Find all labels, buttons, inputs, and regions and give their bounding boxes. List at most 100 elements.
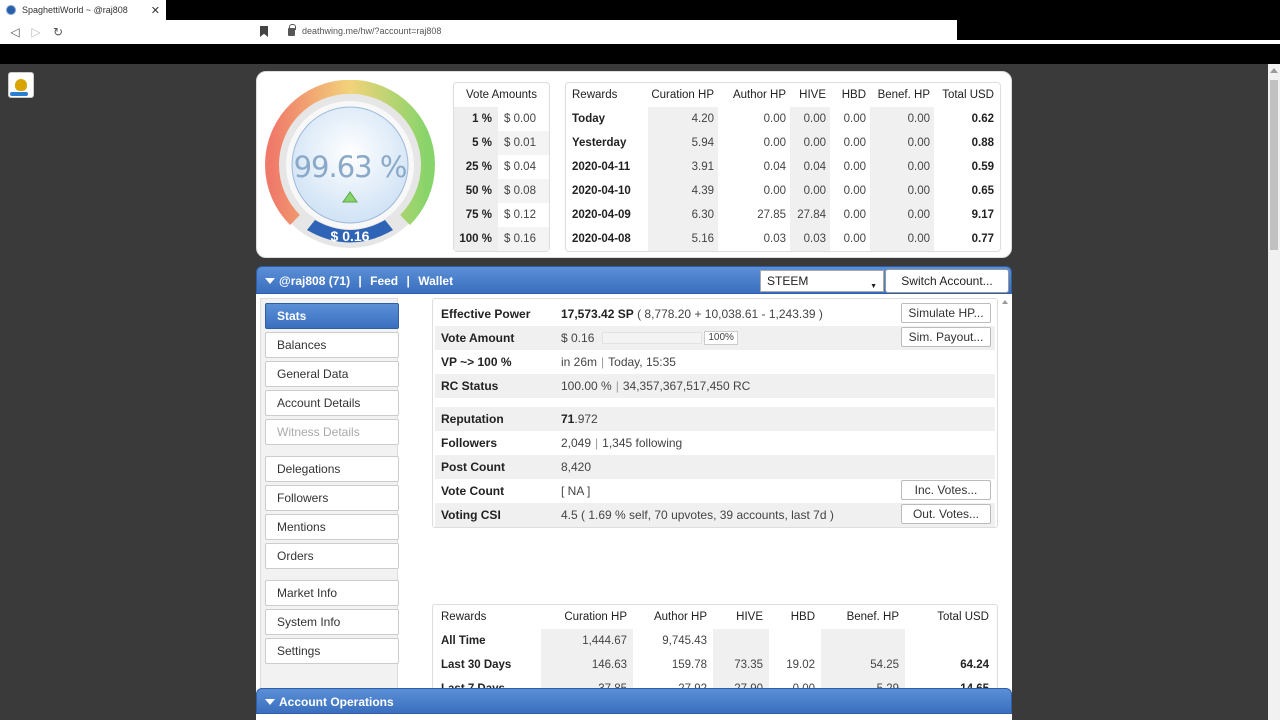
- reload-icon[interactable]: ↻: [51, 25, 65, 39]
- collapse-triangle-icon[interactable]: [265, 699, 275, 705]
- rewards-cell: 0.04: [790, 155, 830, 179]
- summary-cell: [713, 629, 769, 653]
- account-operations-label: Account Operations: [279, 695, 394, 709]
- stat-row-post-count: Post Count 8,420: [435, 455, 995, 479]
- col-header: Rewards: [572, 89, 618, 101]
- rewards-cell: 0.62: [971, 113, 994, 125]
- back-icon[interactable]: ◁: [8, 25, 22, 39]
- rewards-cell: 4.20: [648, 107, 718, 131]
- summary-row: Last 30 Days 146.63 159.78 73.35 19.02 54.25 6…: [435, 653, 995, 677]
- account-name-link[interactable]: @raj808 (71): [279, 274, 350, 288]
- rewards-cell: 0.00: [870, 107, 934, 131]
- col-header: Total USD: [937, 611, 989, 623]
- sidebar-item-system-info[interactable]: System Info: [265, 609, 399, 635]
- sidebar-item-settings[interactable]: Settings: [265, 638, 399, 664]
- sidebar-item-mentions[interactable]: Mentions: [265, 514, 399, 540]
- out-votes-button[interactable]: Out. Votes...: [901, 504, 991, 524]
- rewards-cell: 0.00: [843, 161, 866, 173]
- forward-icon[interactable]: ▷: [29, 25, 43, 39]
- app-logo[interactable]: [8, 72, 34, 98]
- simulate-hp-button[interactable]: Simulate HP...: [901, 303, 991, 323]
- sidebar-item-stats[interactable]: Stats: [265, 303, 399, 329]
- content-scrollbar[interactable]: [1001, 298, 1009, 716]
- rewards-cell: 9.17: [971, 209, 994, 221]
- browser-tab[interactable]: SpaghettiWorld ~ @raj808 ✕: [0, 0, 166, 20]
- vote-pct: 25 %: [454, 155, 498, 179]
- scroll-up-icon[interactable]: [1002, 300, 1008, 304]
- stat-row-voting-csi: Voting CSI 4.5 ( 1.69 % self, 70 upvotes…: [435, 503, 995, 527]
- summary-cell: 19.02: [786, 659, 815, 671]
- rewards-cell: 2020-04-11: [572, 161, 631, 173]
- summary-cell: [769, 629, 821, 653]
- vote-pct: 75 %: [454, 203, 498, 227]
- vote-usd: $ 0.12: [504, 209, 536, 221]
- address-bar[interactable]: deathwing.me/hw/?account=raj808: [302, 26, 441, 36]
- collapse-triangle-icon[interactable]: [265, 278, 275, 284]
- stat-row-effective-power: Effective Power 17,573.42 SP ( 8,778.20 …: [435, 302, 995, 326]
- sidebar-item-orders[interactable]: Orders: [265, 543, 399, 569]
- vote-weight-slider[interactable]: [602, 332, 703, 345]
- rewards-cell: 27.84: [790, 203, 830, 227]
- stat-row-vote-amount: Vote Amount $ 0.16 100% Sim. Payout...: [435, 326, 995, 350]
- top-summary-card: 99.63 % $ 0.16 Vote Amounts 1 % $ 0.00 5 %…: [256, 71, 1012, 258]
- rewards-table: Rewards Curation HP Author HP HIVE HBD B…: [565, 82, 1001, 252]
- vote-amount-row: 75 % $ 0.12: [454, 203, 549, 227]
- sidebar-item-balances[interactable]: Balances: [265, 332, 399, 358]
- switch-account-button[interactable]: Switch Account...: [885, 269, 1009, 293]
- stat-label: Post Count: [441, 460, 505, 474]
- col-header: Rewards: [441, 611, 487, 623]
- stat-value: 2,049 | 1,345 following: [561, 436, 683, 450]
- vote-amount-row: 50 % $ 0.08: [454, 179, 549, 203]
- main-content: Stats Balances General Data Account Details…: [256, 294, 1012, 720]
- sidebar-item-account-details[interactable]: Account Details: [265, 390, 399, 416]
- stat-value: 100.00 % | 34,357,367,517,450 RC: [561, 379, 751, 393]
- col-header: HBD: [841, 89, 866, 101]
- rewards-cell: 0.77: [971, 233, 994, 245]
- page-scrollbar[interactable]: [1268, 64, 1280, 720]
- browser-tabstrip: SpaghettiWorld ~ @raj808 ✕: [0, 0, 1280, 20]
- rewards-cell: 0.00: [763, 137, 786, 149]
- col-header: Author HP: [732, 89, 786, 101]
- sidebar-item-general-data[interactable]: General Data: [265, 361, 399, 387]
- col-header: Benef. HP: [846, 611, 899, 623]
- summary-cell: 9,745.43: [662, 635, 707, 647]
- chain-select[interactable]: STEEM ▼: [760, 270, 884, 292]
- summary-cell: 146.63: [541, 653, 633, 677]
- stat-label: Effective Power: [441, 307, 531, 321]
- gauge-value: $ 0.16: [330, 228, 370, 244]
- rewards-cell: 0.00: [790, 131, 830, 155]
- sidebar-item-followers[interactable]: Followers: [265, 485, 399, 511]
- col-header: Benef. HP: [877, 89, 930, 101]
- account-header-bar: @raj808 (71) | Feed | Wallet STEEM ▼ Swi…: [256, 266, 1012, 294]
- rewards-cell: 0.00: [763, 185, 786, 197]
- close-tab-icon[interactable]: ✕: [151, 4, 160, 17]
- sidebar-item-market-info[interactable]: Market Info: [265, 580, 399, 606]
- rewards-cell: 0.00: [763, 113, 786, 125]
- scrollbar-thumb[interactable]: [1270, 80, 1278, 250]
- summary-cell: [821, 629, 905, 653]
- account-operations-bar[interactable]: Account Operations: [256, 688, 1012, 714]
- rewards-cell: 2020-04-10: [572, 185, 631, 197]
- followers-count: 2,049: [561, 436, 592, 450]
- rewards-cell: 0.00: [843, 233, 866, 245]
- bookmark-icon[interactable]: [260, 26, 268, 37]
- rewards-cell: 0.59: [971, 161, 994, 173]
- separator: |: [406, 274, 410, 288]
- feed-link[interactable]: Feed: [370, 274, 398, 288]
- wallet-link[interactable]: Wallet: [418, 274, 453, 288]
- rewards-cell: 0.65: [971, 185, 994, 197]
- sim-payout-button[interactable]: Sim. Payout...: [901, 327, 991, 347]
- sidebar-item-delegations[interactable]: Delegations: [265, 456, 399, 482]
- summary-row: All Time 1,444.67 9,745.43: [435, 629, 995, 653]
- vote-weight-percent[interactable]: 100%: [704, 331, 738, 346]
- summary-header-row: Rewards Curation HP Author HP HIVE HBD B…: [435, 605, 995, 629]
- summary-cell: 1,444.67: [541, 629, 633, 653]
- vote-amount-row: 1 % $ 0.00: [454, 107, 549, 131]
- rewards-cell: 0.00: [843, 209, 866, 221]
- inc-votes-button[interactable]: Inc. Votes...: [901, 480, 991, 500]
- rewards-cell: 0.00: [870, 203, 934, 227]
- separator: |: [358, 274, 362, 288]
- vote-amount-value: $ 0.16: [561, 330, 595, 345]
- gauge-percent: 99.63 %: [293, 150, 408, 184]
- scroll-up-icon[interactable]: [1270, 68, 1278, 73]
